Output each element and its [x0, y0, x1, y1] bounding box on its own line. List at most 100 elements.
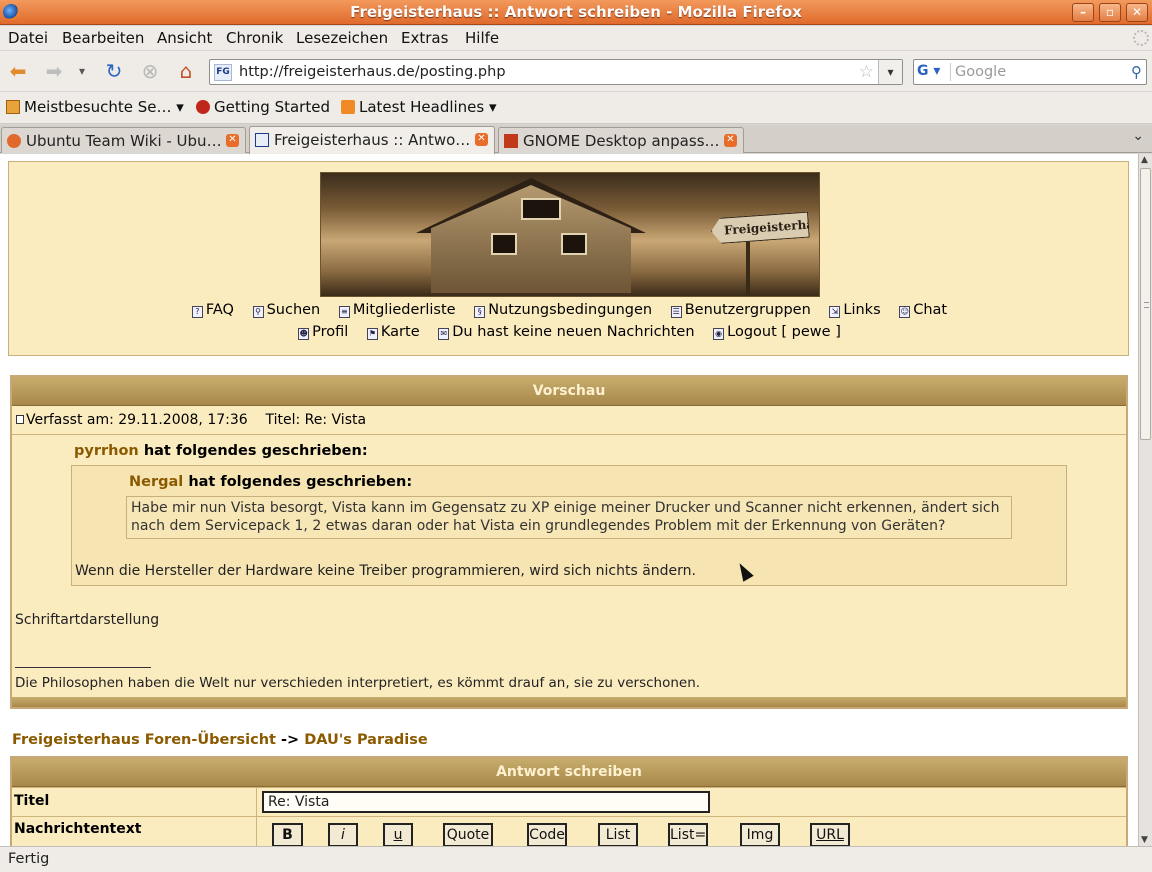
- freigeisterhaus-favicon-icon: [255, 133, 269, 147]
- nav-label: Nutzungsbedingungen: [488, 302, 653, 318]
- maximize-button[interactable]: ▫: [1099, 3, 1121, 22]
- scroll-down-arrow-icon[interactable]: ▼: [1141, 835, 1148, 845]
- banner-window: [491, 233, 517, 255]
- close-tab-icon[interactable]: ✕: [724, 134, 737, 147]
- breadcrumb-home-link[interactable]: Freigeisterhaus Foren-Übersicht: [12, 732, 276, 748]
- bookmark-getting-started[interactable]: Getting Started: [196, 98, 330, 116]
- url-bar[interactable]: FG http://freigeisterhaus.de/posting.php…: [209, 59, 903, 85]
- menu-ansicht[interactable]: Ansicht: [157, 29, 212, 47]
- tab-gnome-desktop[interactable]: GNOME Desktop anpass… ✕: [498, 127, 744, 153]
- bookmark-star-icon[interactable]: ☆: [859, 62, 874, 82]
- menu-datei[interactable]: Datei: [8, 29, 48, 47]
- back-arrow-icon[interactable]: ⬅: [5, 59, 31, 83]
- quote-header-inner: Nergal hat folgendes geschrieben:: [129, 474, 412, 490]
- nav-chat[interactable]: ☺ Chat: [899, 302, 947, 318]
- vertical-scrollbar[interactable]: ▲ ▼: [1138, 154, 1152, 846]
- nav-karte[interactable]: ⚑ Karte: [366, 324, 420, 340]
- menu-chronik[interactable]: Chronik: [226, 29, 283, 47]
- nav-label: Karte: [380, 324, 420, 340]
- tab-freigeisterhaus[interactable]: Freigeisterhaus :: Antwo… ✕: [249, 126, 495, 154]
- scrollbar-thumb[interactable]: [1140, 168, 1151, 440]
- reload-icon[interactable]: ↻: [101, 59, 127, 83]
- nav-nachrichten[interactable]: ✉ Du hast keine neuen Nachrichten: [438, 324, 695, 340]
- chat-icon: ☺: [899, 306, 911, 318]
- signature-text: Die Philosophen haben die Welt nur versc…: [15, 675, 701, 691]
- banner-sign: Freigeisterhaus: [710, 212, 810, 245]
- nav-label: Mitgliederliste: [352, 302, 456, 318]
- search-icon: ⚲: [252, 306, 264, 318]
- quote-text-line: nach dem Servicepack 1, 2 etwas daran od…: [131, 518, 946, 534]
- quote-button[interactable]: Quote: [443, 823, 493, 846]
- bookmark-latest-headlines[interactable]: Latest Headlines ▾: [341, 98, 497, 116]
- list-button[interactable]: List: [598, 823, 638, 846]
- nav-nutzungsbedingungen[interactable]: § Nutzungsbedingungen: [474, 302, 652, 318]
- throbber-icon: [1133, 30, 1149, 46]
- nav-label: FAQ: [205, 302, 234, 318]
- nav-mitgliederliste[interactable]: ≡ Mitgliederliste: [338, 302, 456, 318]
- tab-label: Freigeisterhaus :: Antwo…: [274, 131, 471, 149]
- nav-label: Chat: [913, 302, 948, 318]
- reply-heading: Antwort schreiben: [12, 758, 1126, 787]
- tab-bar: Ubuntu Team Wiki - Ubu… ✕ Freigeisterhau…: [0, 125, 1152, 154]
- search-placeholder[interactable]: Google: [955, 64, 1006, 80]
- minimize-button[interactable]: –: [1072, 3, 1094, 22]
- tab-ubuntu-wiki[interactable]: Ubuntu Team Wiki - Ubu… ✕: [1, 127, 246, 153]
- search-bar[interactable]: G ▾ Google ⚲: [913, 59, 1147, 85]
- nav-label: Profil: [312, 324, 349, 340]
- quote-user[interactable]: pyrrhon: [74, 443, 139, 459]
- google-engine-icon[interactable]: G ▾: [917, 63, 951, 81]
- gnome-favicon-icon: [504, 134, 518, 148]
- quote-box-outer: Nergal hat folgendes geschrieben: Habe m…: [71, 465, 1067, 586]
- url-button[interactable]: URL: [810, 823, 850, 846]
- logout-icon: ◉: [713, 328, 725, 340]
- nav-profil[interactable]: ☻ Profil: [298, 324, 348, 340]
- nav-links[interactable]: ⇲ Links: [829, 302, 881, 318]
- menu-extras[interactable]: Extras: [401, 29, 448, 47]
- nav-suchen[interactable]: ⚲ Suchen: [252, 302, 320, 318]
- nav-logout[interactable]: ◉ Logout [ pewe ]: [713, 324, 841, 340]
- italic-button[interactable]: i: [328, 823, 358, 846]
- history-dropdown-icon[interactable]: ▾: [72, 59, 92, 83]
- tab-list-chevron-icon[interactable]: ⌄: [1132, 128, 1144, 144]
- underline-button[interactable]: u: [383, 823, 413, 846]
- quote-reply-text: Wenn die Hersteller der Hardware keine T…: [75, 563, 696, 579]
- search-icon[interactable]: ⚲: [1131, 63, 1142, 81]
- banner-window: [521, 198, 561, 220]
- scroll-up-arrow-icon[interactable]: ▲: [1141, 155, 1148, 165]
- ubuntu-favicon-icon: [7, 134, 21, 148]
- quote-wrote-label: hat folgendes geschrieben:: [188, 474, 413, 490]
- home-icon[interactable]: ⌂: [173, 59, 199, 83]
- title-input[interactable]: [262, 791, 710, 813]
- list-numbered-button[interactable]: List=: [668, 823, 708, 846]
- rss-feed-icon: [341, 100, 355, 114]
- nav-label: Benutzergruppen: [684, 302, 811, 318]
- close-window-button[interactable]: ✕: [1126, 3, 1148, 22]
- url-dropdown-icon[interactable]: ▾: [878, 60, 902, 84]
- menu-hilfe[interactable]: Hilfe: [465, 29, 499, 47]
- preview-footer-bar: [12, 697, 1126, 707]
- breadcrumb-forum-link[interactable]: DAU's Paradise: [304, 732, 427, 748]
- code-button[interactable]: Code: [527, 823, 567, 846]
- reply-form: Antwort schreiben Titel Nachrichtentext …: [10, 756, 1128, 846]
- menu-lesezeichen[interactable]: Lesezeichen: [296, 29, 388, 47]
- url-text[interactable]: http://freigeisterhaus.de/posting.php: [239, 64, 506, 80]
- bookmark-most-visited[interactable]: Meistbesuchte Se… ▾: [6, 98, 184, 116]
- close-tab-icon[interactable]: ✕: [475, 133, 488, 146]
- quote-text-line: Habe mir nun Vista besorgt, Vista kann i…: [131, 500, 1000, 516]
- navigation-toolbar: ⬅ ➡ ▾ ↻ ⊗ ⌂ FG http://freigeisterhaus.de…: [0, 51, 1152, 91]
- bold-button[interactable]: B: [272, 823, 303, 846]
- forum-banner-image[interactable]: Freigeisterhaus: [320, 172, 820, 297]
- site-favicon-icon: FG: [214, 64, 232, 81]
- menu-bearbeiten[interactable]: Bearbeiten: [62, 29, 144, 47]
- nav-faq[interactable]: ? FAQ: [191, 302, 234, 318]
- banner-window: [561, 233, 587, 255]
- close-tab-icon[interactable]: ✕: [226, 134, 239, 147]
- messages-icon: ✉: [438, 328, 450, 340]
- links-icon: ⇲: [829, 306, 841, 318]
- img-button[interactable]: Img: [740, 823, 780, 846]
- forward-arrow-icon[interactable]: ➡: [41, 59, 67, 83]
- stop-icon[interactable]: ⊗: [137, 59, 163, 83]
- nav-benutzergruppen[interactable]: ☰ Benutzergruppen: [670, 302, 811, 318]
- quote-user[interactable]: Nergal: [129, 474, 183, 490]
- bookmarks-bar: Meistbesuchte Se… ▾ Getting Started Late…: [0, 92, 1152, 124]
